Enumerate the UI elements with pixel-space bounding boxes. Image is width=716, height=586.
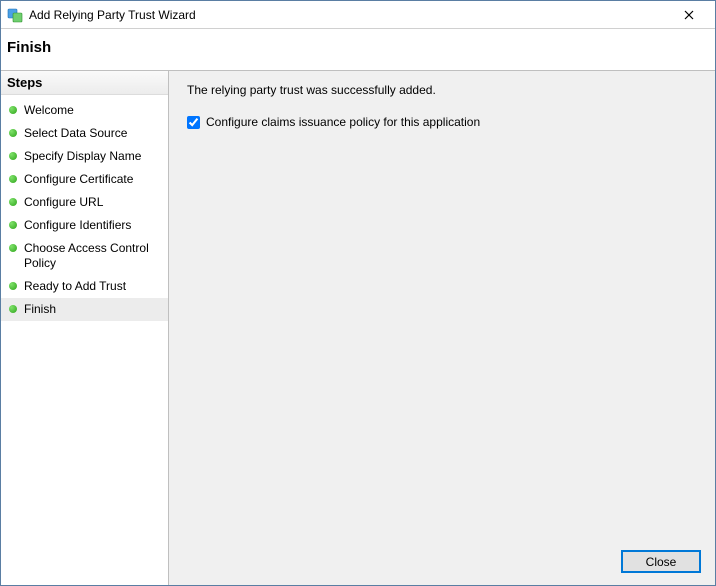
step-choose-access-control-policy[interactable]: Choose Access Control Policy — [1, 237, 168, 275]
step-label: Select Data Source — [24, 126, 127, 141]
content-pane: The relying party trust was successfully… — [169, 71, 715, 585]
wizard-window: Add Relying Party Trust Wizard Finish St… — [0, 0, 716, 586]
content-inner: The relying party trust was successfully… — [169, 71, 715, 540]
step-label: Welcome — [24, 103, 74, 118]
step-configure-certificate[interactable]: Configure Certificate — [1, 168, 168, 191]
step-bullet-icon — [9, 152, 17, 160]
step-finish[interactable]: Finish — [1, 298, 168, 321]
step-label: Finish — [24, 302, 56, 317]
step-bullet-icon — [9, 305, 17, 313]
step-list: Welcome Select Data Source Specify Displ… — [1, 95, 168, 325]
configure-claims-checkbox-row[interactable]: Configure claims issuance policy for thi… — [187, 115, 697, 129]
step-bullet-icon — [9, 244, 17, 252]
steps-sidebar: Steps Welcome Select Data Source Specify… — [1, 71, 169, 585]
step-bullet-icon — [9, 106, 17, 114]
step-label: Choose Access Control Policy — [24, 241, 162, 271]
page-header: Finish — [1, 29, 715, 71]
app-icon — [7, 7, 23, 23]
button-row: Close — [169, 540, 715, 585]
step-bullet-icon — [9, 282, 17, 290]
step-select-data-source[interactable]: Select Data Source — [1, 122, 168, 145]
step-ready-to-add-trust[interactable]: Ready to Add Trust — [1, 275, 168, 298]
page-title: Finish — [7, 39, 709, 56]
step-bullet-icon — [9, 221, 17, 229]
step-label: Configure Certificate — [24, 172, 133, 187]
step-bullet-icon — [9, 129, 17, 137]
window-title: Add Relying Party Trust Wizard — [29, 8, 669, 22]
success-message: The relying party trust was successfully… — [187, 83, 697, 97]
step-label: Specify Display Name — [24, 149, 141, 164]
steps-heading: Steps — [1, 71, 168, 95]
step-welcome[interactable]: Welcome — [1, 99, 168, 122]
window-close-button[interactable] — [669, 1, 709, 28]
step-bullet-icon — [9, 198, 17, 206]
step-label: Ready to Add Trust — [24, 279, 126, 294]
step-label: Configure URL — [24, 195, 103, 210]
titlebar: Add Relying Party Trust Wizard — [1, 1, 715, 29]
configure-claims-checkbox[interactable] — [187, 116, 200, 129]
step-label: Configure Identifiers — [24, 218, 131, 233]
close-button[interactable]: Close — [621, 550, 701, 573]
step-specify-display-name[interactable]: Specify Display Name — [1, 145, 168, 168]
body: Steps Welcome Select Data Source Specify… — [1, 71, 715, 585]
close-icon — [684, 10, 694, 20]
step-configure-identifiers[interactable]: Configure Identifiers — [1, 214, 168, 237]
configure-claims-label: Configure claims issuance policy for thi… — [206, 115, 480, 129]
step-bullet-icon — [9, 175, 17, 183]
step-configure-url[interactable]: Configure URL — [1, 191, 168, 214]
